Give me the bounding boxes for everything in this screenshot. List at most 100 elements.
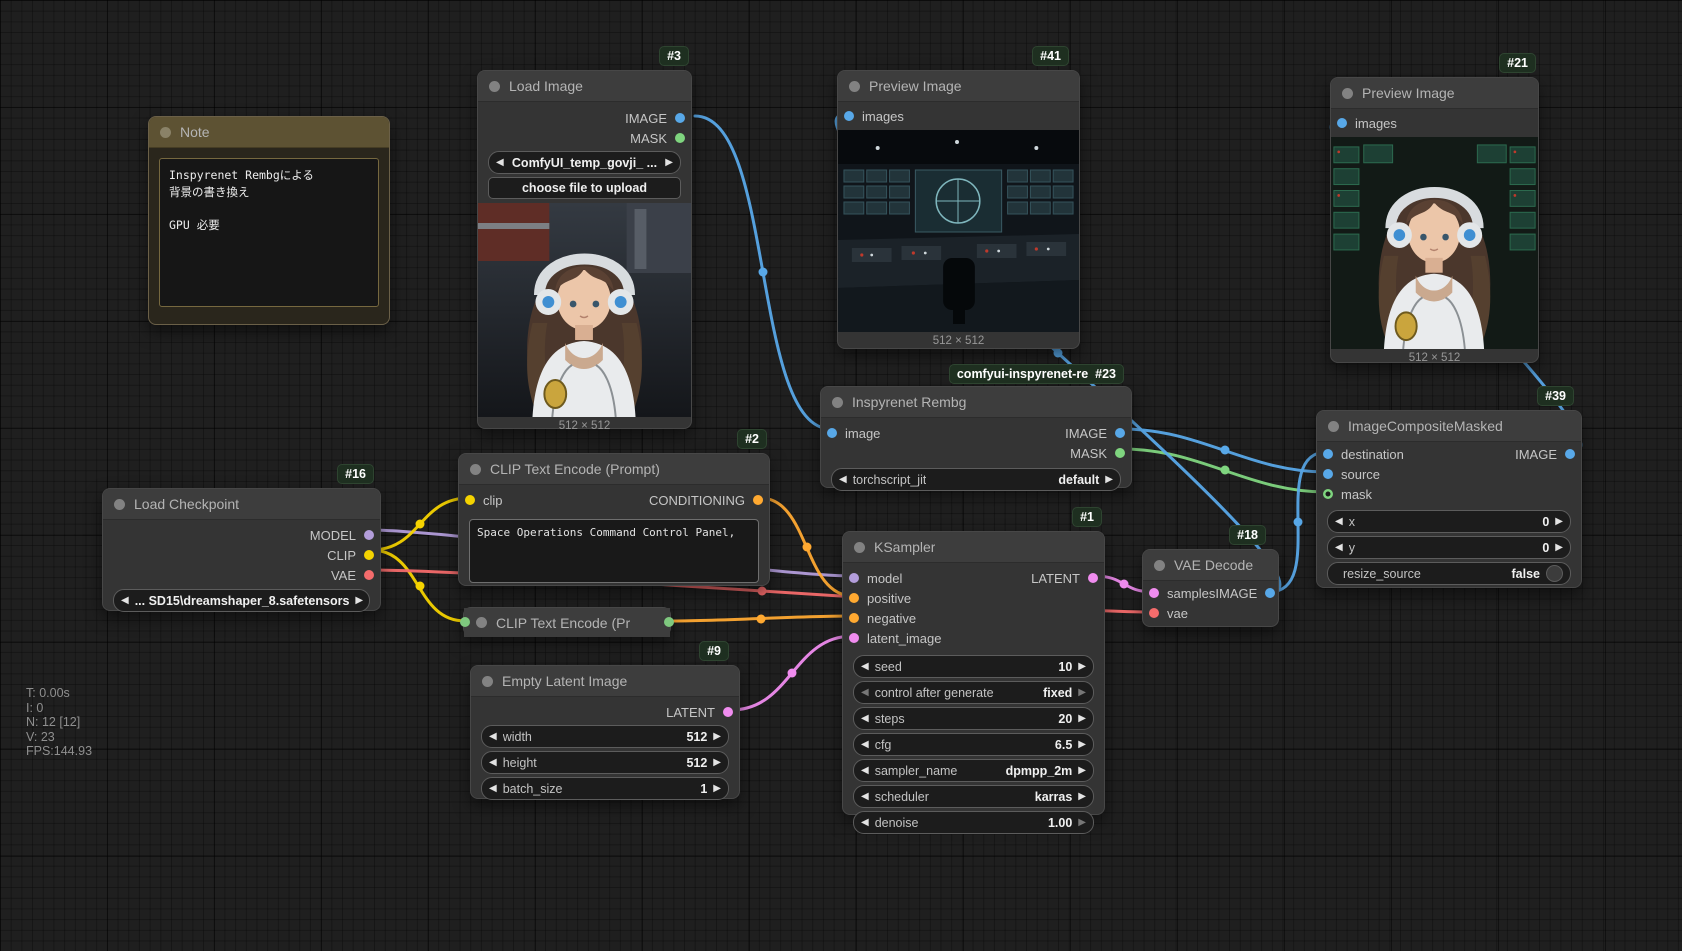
increment-arrow-icon[interactable]: ▶ — [1555, 517, 1563, 527]
graph-canvas[interactable]: Note Inspyrenet Rembgによる 背景の書き換え GPU 必要 … — [0, 0, 1682, 951]
combo-right-arrow-icon[interactable]: ▶ — [1078, 792, 1086, 802]
decrement-arrow-icon[interactable]: ◀ — [1335, 543, 1343, 553]
image-composite-masked-node[interactable]: #39 ImageCompositeMasked destination IMA… — [1316, 410, 1582, 588]
ckpt-name-combo[interactable]: ◀ ... SD15\dreamshaper_8.safetensors ▶ — [113, 589, 370, 612]
choose-file-button[interactable]: choose file to upload — [488, 177, 681, 199]
load-image-node[interactable]: #3 Load Image IMAGE MASK ◀ ComfyUI_temp_… — [477, 70, 692, 429]
scheduler-widget[interactable]: ◀ scheduler karras ▶ — [853, 785, 1094, 808]
collapse-dot[interactable] — [476, 617, 487, 628]
combo-right-arrow-icon[interactable]: ▶ — [665, 158, 673, 168]
input-slot-images[interactable] — [844, 111, 854, 121]
clip-text-encode-node[interactable]: #2 CLIP Text Encode (Prompt) clip CONDIT… — [458, 453, 770, 586]
image-file-combo[interactable]: ◀ ComfyUI_temp_govji_ ... ▶ — [488, 151, 681, 174]
increment-arrow-icon[interactable]: ▶ — [1078, 740, 1086, 750]
combo-left-arrow-icon[interactable]: ◀ — [861, 792, 869, 802]
denoise-widget[interactable]: ◀ denoise 1.00 ▶ — [853, 811, 1094, 834]
collapse-dot[interactable] — [1154, 560, 1165, 571]
node-header[interactable]: KSampler — [843, 532, 1104, 563]
increment-arrow-icon[interactable]: ▶ — [1555, 543, 1563, 553]
node-header[interactable]: Preview Image — [1331, 78, 1538, 109]
input-slot-vae[interactable] — [1149, 608, 1159, 618]
y-widget[interactable]: ◀ y 0 ▶ — [1327, 536, 1571, 559]
collapse-dot[interactable] — [832, 397, 843, 408]
output-slot-image[interactable] — [1565, 449, 1575, 459]
note-textarea[interactable]: Inspyrenet Rembgによる 背景の書き換え GPU 必要 — [159, 158, 379, 307]
combo-left-arrow-icon[interactable]: ◀ — [861, 688, 869, 698]
input-slot-negative[interactable] — [849, 613, 859, 623]
node-header[interactable]: Preview Image — [838, 71, 1079, 102]
increment-arrow-icon[interactable]: ▶ — [713, 758, 721, 768]
decrement-arrow-icon[interactable]: ◀ — [489, 784, 497, 794]
collapse-dot[interactable] — [160, 127, 171, 138]
input-slot-image[interactable] — [827, 428, 837, 438]
increment-arrow-icon[interactable]: ▶ — [713, 784, 721, 794]
vae-decode-node[interactable]: #18 VAE Decode samples IMAGE vae — [1142, 549, 1279, 627]
combo-right-arrow-icon[interactable]: ▶ — [355, 596, 363, 606]
combo-right-arrow-icon[interactable]: ▶ — [1105, 475, 1113, 485]
resize-source-toggle[interactable]: resize_source false — [1327, 562, 1571, 585]
ksampler-node[interactable]: #1 KSampler model LATENT positive negati… — [842, 531, 1105, 815]
input-slot-samples[interactable] — [1149, 588, 1159, 598]
torchscript-jit-combo[interactable]: ◀ torchscript_jit default ▶ — [831, 468, 1121, 491]
decrement-arrow-icon[interactable]: ◀ — [861, 740, 869, 750]
node-header[interactable]: Note — [149, 117, 389, 148]
output-slot-latent[interactable] — [1088, 573, 1098, 583]
output-slot-mask[interactable] — [675, 133, 685, 143]
collapse-dot[interactable] — [482, 676, 493, 687]
preview-image-node[interactable]: #21 Preview Image images 512 × 512 — [1330, 77, 1539, 363]
collapse-dot[interactable] — [854, 542, 865, 553]
clip-text-encode-collapsed-node[interactable]: CLIP Text Encode (Pr — [463, 607, 671, 636]
collapse-dot[interactable] — [1342, 88, 1353, 99]
steps-widget[interactable]: ◀ steps 20 ▶ — [853, 707, 1094, 730]
collapse-dot[interactable] — [489, 81, 500, 92]
combo-left-arrow-icon[interactable]: ◀ — [839, 475, 847, 485]
input-slot-positive[interactable] — [849, 593, 859, 603]
decrement-arrow-icon[interactable]: ◀ — [861, 818, 869, 828]
output-slot-image[interactable] — [1115, 428, 1125, 438]
input-slot-destination[interactable] — [1323, 449, 1333, 459]
output-slot-image[interactable] — [1265, 588, 1275, 598]
preview-image-node[interactable]: #41 Preview Image images — [837, 70, 1080, 349]
output-slot-mask[interactable] — [1115, 448, 1125, 458]
decrement-arrow-icon[interactable]: ◀ — [861, 714, 869, 724]
control-after-generate-widget[interactable]: ◀ control after generate fixed ▶ — [853, 681, 1094, 704]
collapse-dot[interactable] — [1328, 421, 1339, 432]
note-node[interactable]: Note Inspyrenet Rembgによる 背景の書き換え GPU 必要 — [148, 116, 390, 325]
increment-arrow-icon[interactable]: ▶ — [713, 732, 721, 742]
seed-widget[interactable]: ◀ seed 10 ▶ — [853, 655, 1094, 678]
input-slot-mask[interactable] — [1323, 489, 1333, 499]
collapse-dot[interactable] — [114, 499, 125, 510]
node-header[interactable]: Empty Latent Image — [471, 666, 739, 697]
node-header[interactable]: Inspyrenet Rembg — [821, 387, 1131, 418]
collapsed-output-dot[interactable] — [664, 617, 674, 627]
output-slot-model[interactable] — [364, 530, 374, 540]
node-header[interactable]: VAE Decode — [1143, 550, 1278, 581]
output-slot-clip[interactable] — [364, 550, 374, 560]
collapse-dot[interactable] — [470, 464, 481, 475]
output-slot-conditioning[interactable] — [753, 495, 763, 505]
prompt-textarea[interactable]: Space Operations Command Control Panel, — [469, 519, 759, 583]
output-slot-image[interactable] — [675, 113, 685, 123]
batch-size-widget[interactable]: ◀ batch_size 1 ▶ — [481, 777, 729, 800]
node-header[interactable]: Load Checkpoint — [103, 489, 380, 520]
combo-right-arrow-icon[interactable]: ▶ — [1078, 766, 1086, 776]
input-slot-source[interactable] — [1323, 469, 1333, 479]
collapse-dot[interactable] — [849, 81, 860, 92]
input-slot-clip[interactable] — [465, 495, 475, 505]
input-slot-images[interactable] — [1337, 118, 1347, 128]
output-slot-vae[interactable] — [364, 570, 374, 580]
decrement-arrow-icon[interactable]: ◀ — [489, 732, 497, 742]
width-widget[interactable]: ◀ width 512 ▶ — [481, 725, 729, 748]
x-widget[interactable]: ◀ x 0 ▶ — [1327, 510, 1571, 533]
node-header[interactable]: CLIP Text Encode (Prompt) — [459, 454, 769, 485]
combo-left-arrow-icon[interactable]: ◀ — [121, 596, 129, 606]
combo-left-arrow-icon[interactable]: ◀ — [861, 766, 869, 776]
height-widget[interactable]: ◀ height 512 ▶ — [481, 751, 729, 774]
output-slot-latent[interactable] — [723, 707, 733, 717]
toggle-knob[interactable] — [1546, 565, 1563, 582]
input-slot-model[interactable] — [849, 573, 859, 583]
node-header[interactable]: ImageCompositeMasked — [1317, 411, 1581, 442]
decrement-arrow-icon[interactable]: ◀ — [1335, 517, 1343, 527]
input-slot-latent-image[interactable] — [849, 633, 859, 643]
combo-right-arrow-icon[interactable]: ▶ — [1078, 688, 1086, 698]
